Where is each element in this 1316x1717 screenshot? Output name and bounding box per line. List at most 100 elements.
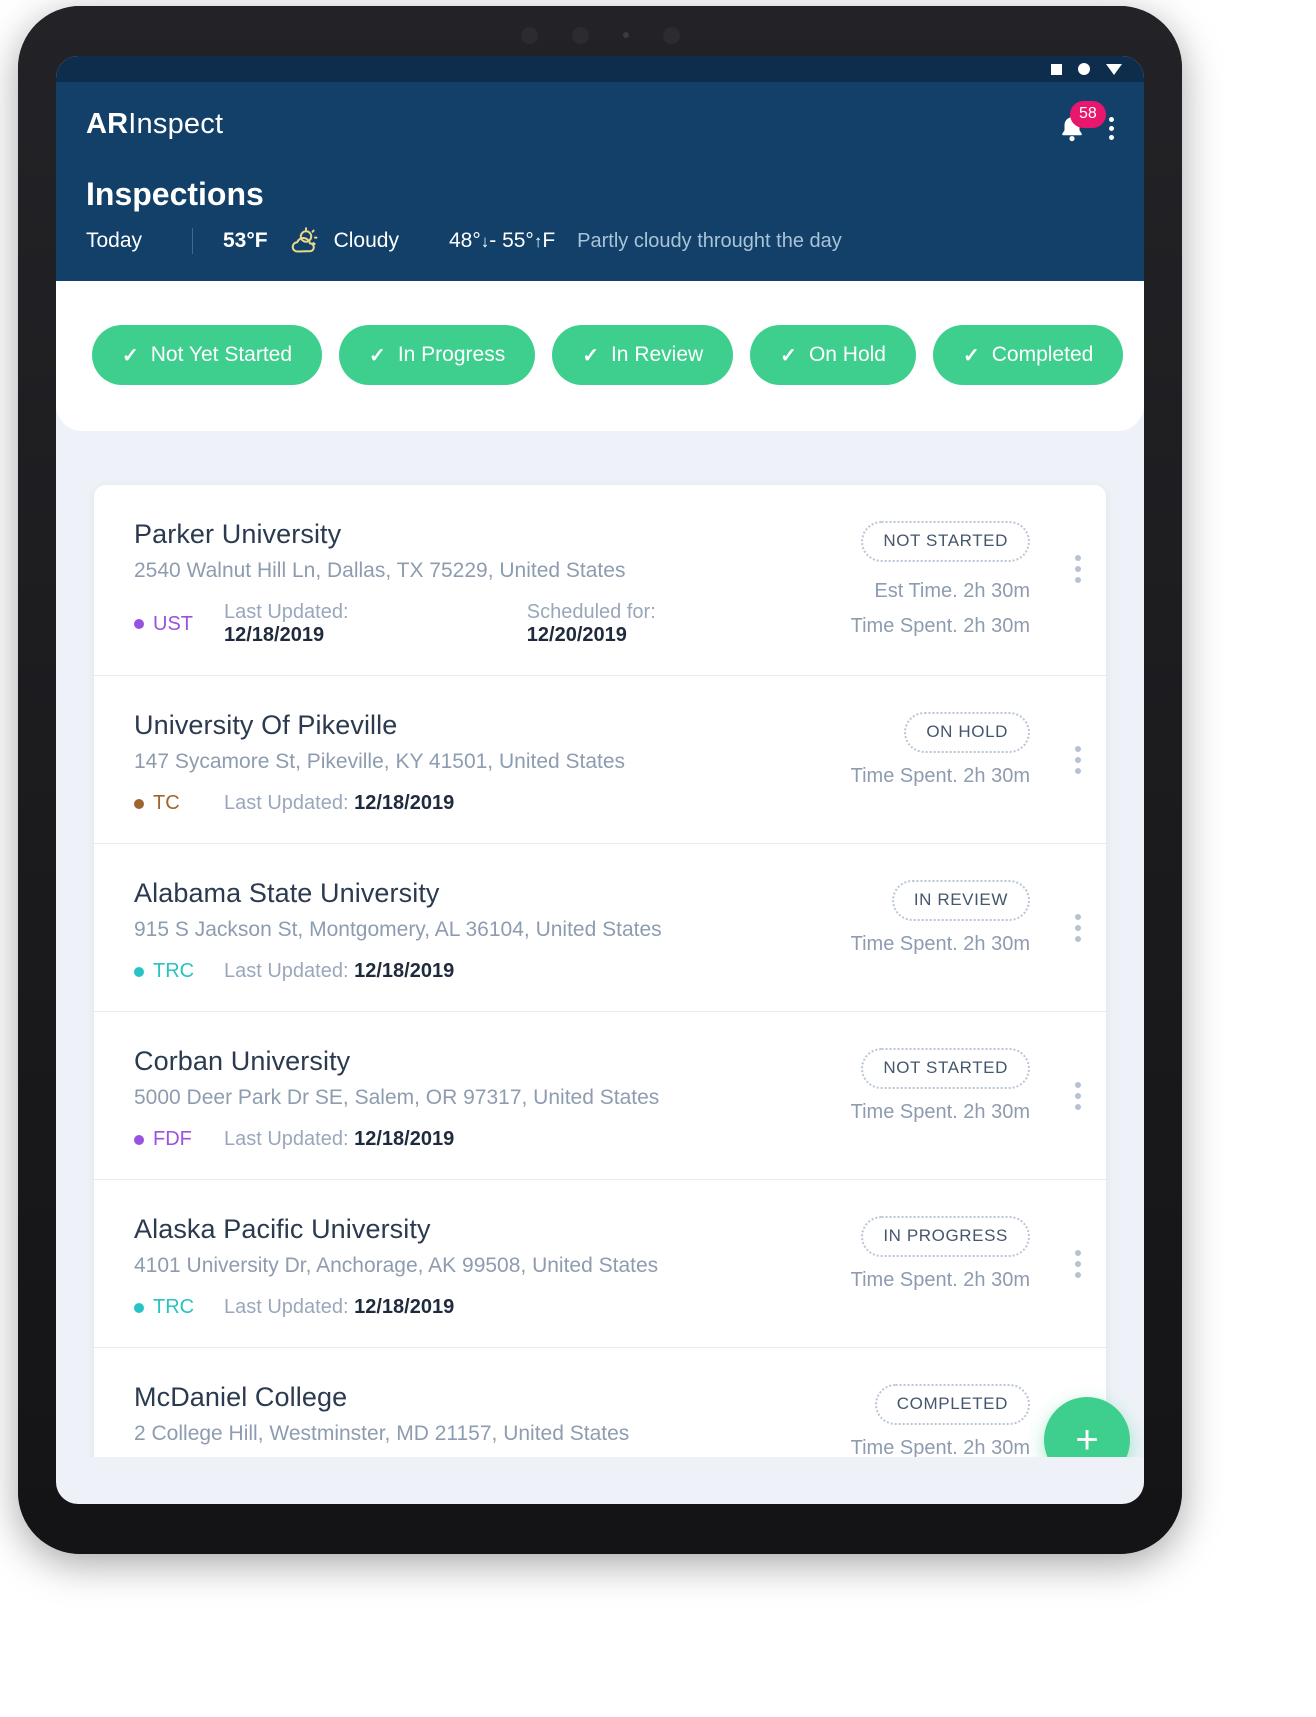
app-logo-rest: Inspect (128, 108, 224, 140)
row-overflow-menu-icon[interactable] (1060, 710, 1106, 774)
overflow-menu-icon[interactable] (1109, 116, 1114, 140)
last-updated: Last Updated: 12/18/2019 (224, 1128, 454, 1151)
time-spent: Time Spent. 2h 30m (851, 1269, 1030, 1292)
app-header: AR Inspect 58 Inspections Today 53°F Clo… (56, 82, 1144, 281)
filter-chip-in-review[interactable]: ✓ In Review (552, 325, 734, 385)
time-spent: Time Spent. 2h 30m (851, 1437, 1030, 1457)
filter-chip-label: In Progress (397, 343, 506, 366)
kebab-dot (1075, 1082, 1081, 1088)
inspections-list: Parker University 2540 Walnut Hill Ln, Da… (94, 485, 1106, 1457)
last-updated-label: Last Updated: (224, 1296, 349, 1318)
camera-dot (662, 26, 680, 44)
inspection-status-column: ON HOLD Time Spent. 2h 30m (760, 710, 1060, 788)
filter-panel: ✓ Not Yet Started ✓ In Progress ✓ In Rev… (56, 281, 1144, 431)
inspection-details: University Of Pikeville 147 Sycamore St, … (94, 710, 760, 815)
row-overflow-menu-icon[interactable] (1060, 878, 1106, 942)
weather-range: 48°↓- 55°↑F (449, 229, 555, 253)
sensor-dot (571, 26, 589, 44)
last-updated: Last Updated: 12/18/2019 (224, 960, 454, 983)
filter-chip-on-hold[interactable]: ✓ On Hold (750, 325, 916, 385)
check-icon: ✓ (369, 344, 386, 367)
est-time-label: Est Time. (874, 580, 958, 602)
square-icon (1051, 63, 1062, 75)
kebab-dot (1109, 134, 1114, 140)
inspection-meta: FDF Last Updated: 12/18/2019 (134, 1128, 760, 1151)
last-updated: Last Updated: 12/18/2019 (224, 792, 454, 815)
weather-day: Today (86, 229, 143, 252)
weather-high: 55° (502, 229, 534, 252)
scheduled-for: Scheduled for: 12/20/2019 (527, 601, 760, 647)
inspection-row[interactable]: McDaniel College 2 College Hill, Westmins… (94, 1348, 1106, 1457)
kebab-dot (1109, 116, 1114, 122)
page-title: Inspections (86, 176, 264, 212)
tag-dot-icon (134, 798, 144, 809)
inspection-details: Corban University 5000 Deer Park Dr SE, S… (94, 1046, 760, 1151)
filter-chip-in-progress[interactable]: ✓ In Progress (339, 325, 536, 385)
inspection-status-column: IN REVIEW Time Spent. 2h 30m (760, 878, 1060, 956)
partly-cloudy-icon (290, 227, 324, 255)
tag-code: FDF (153, 1128, 192, 1150)
filter-chip-label: In Review (610, 343, 704, 366)
est-time: Est Time. 2h 30m (874, 580, 1030, 603)
last-updated-value: 12/18/2019 (224, 624, 325, 646)
filter-chip-not-yet-started[interactable]: ✓ Not Yet Started (92, 325, 323, 385)
inspection-row[interactable]: Alabama State University 915 S Jackson St… (94, 844, 1106, 1012)
time-spent-value: 2h 30m (963, 1269, 1030, 1291)
last-updated-label: Last Updated: (224, 792, 349, 814)
tag-code: UST (153, 612, 193, 635)
notifications-button[interactable]: 58 (1057, 101, 1106, 144)
inspection-row[interactable]: Corban University 5000 Deer Park Dr SE, S… (94, 1012, 1106, 1180)
weather-low: 48° (448, 229, 481, 252)
filter-chip-label: On Hold (808, 343, 886, 366)
inspection-title: Alabama State University (134, 878, 440, 908)
inspection-title: Corban University (134, 1046, 351, 1076)
last-updated-value: 12/18/2019 (354, 960, 455, 982)
row-overflow-menu-icon[interactable] (1060, 519, 1106, 583)
status-filter-chips: ✓ Not Yet Started ✓ In Progress ✓ In Rev… (92, 325, 1124, 385)
tablet-device-frame: AR Inspect 58 Inspections Today 53°F Clo… (18, 6, 1182, 1554)
kebab-dot (1075, 1250, 1081, 1256)
inspection-row[interactable]: Alaska Pacific University 4101 University… (94, 1180, 1106, 1348)
app-header-actions: 58 (1057, 101, 1114, 144)
status-badge: NOT STARTED (861, 1048, 1030, 1089)
last-updated-value: 12/18/2019 (354, 1128, 455, 1150)
weather-temperature: 53°F (223, 229, 268, 252)
filter-chip-completed[interactable]: ✓ Completed (932, 325, 1124, 385)
kebab-dot (1075, 1093, 1081, 1099)
sensor-dot (622, 32, 629, 38)
time-spent: Time Spent. 2h 30m (851, 933, 1030, 956)
tag-dot-icon (134, 619, 144, 629)
time-spent-label: Time Spent. (850, 615, 958, 637)
inspection-row[interactable]: University Of Pikeville 147 Sycamore St, … (94, 676, 1106, 844)
sensor-dot (520, 26, 538, 44)
inspection-meta: TRC Last Updated: 12/18/2019 (134, 960, 760, 983)
last-updated: Last Updated: 12/18/2019 (224, 601, 453, 647)
app-logo: AR Inspect (86, 108, 223, 141)
inspection-meta: UST Last Updated: 12/18/2019 Scheduled for… (134, 601, 760, 647)
check-icon: ✓ (962, 344, 980, 367)
app-header-top-row: AR Inspect 58 (86, 101, 1114, 144)
time-spent-value: 2h 30m (963, 615, 1030, 637)
circle-icon (1078, 63, 1090, 75)
last-updated: Last Updated: 12/18/2019 (224, 1296, 454, 1319)
inspections-list-scroll[interactable]: Parker University 2540 Walnut Hill Ln, Da… (56, 431, 1144, 1457)
weather-divider (192, 228, 193, 254)
kebab-dot (1075, 555, 1081, 561)
last-updated-value: 12/18/2019 (354, 1296, 455, 1318)
inspection-address: 2 College Hill, Westminster, MD 21157, U… (134, 1422, 630, 1445)
row-overflow-menu-icon[interactable] (1060, 1214, 1106, 1278)
inspection-details: Parker University 2540 Walnut Hill Ln, Da… (94, 519, 760, 647)
inspection-title: University Of Pikeville (134, 710, 398, 740)
arrow-down-icon: ↓ (480, 232, 490, 251)
inspection-address: 2540 Walnut Hill Ln, Dallas, TX 75229, U… (134, 559, 626, 582)
inspection-details: Alabama State University 915 S Jackson St… (94, 878, 760, 983)
inspection-row[interactable]: Parker University 2540 Walnut Hill Ln, Da… (94, 485, 1106, 676)
row-overflow-menu-icon[interactable] (1060, 1046, 1106, 1110)
kebab-dot (1075, 757, 1081, 763)
tag-dot-icon (134, 966, 144, 977)
time-spent-value: 2h 30m (963, 933, 1030, 955)
scheduled-for-value: 12/20/2019 (526, 624, 627, 646)
inspection-tag: TRC (134, 1296, 210, 1319)
inspection-tag: FDF (134, 1128, 210, 1151)
inspection-title: Parker University (134, 519, 342, 549)
